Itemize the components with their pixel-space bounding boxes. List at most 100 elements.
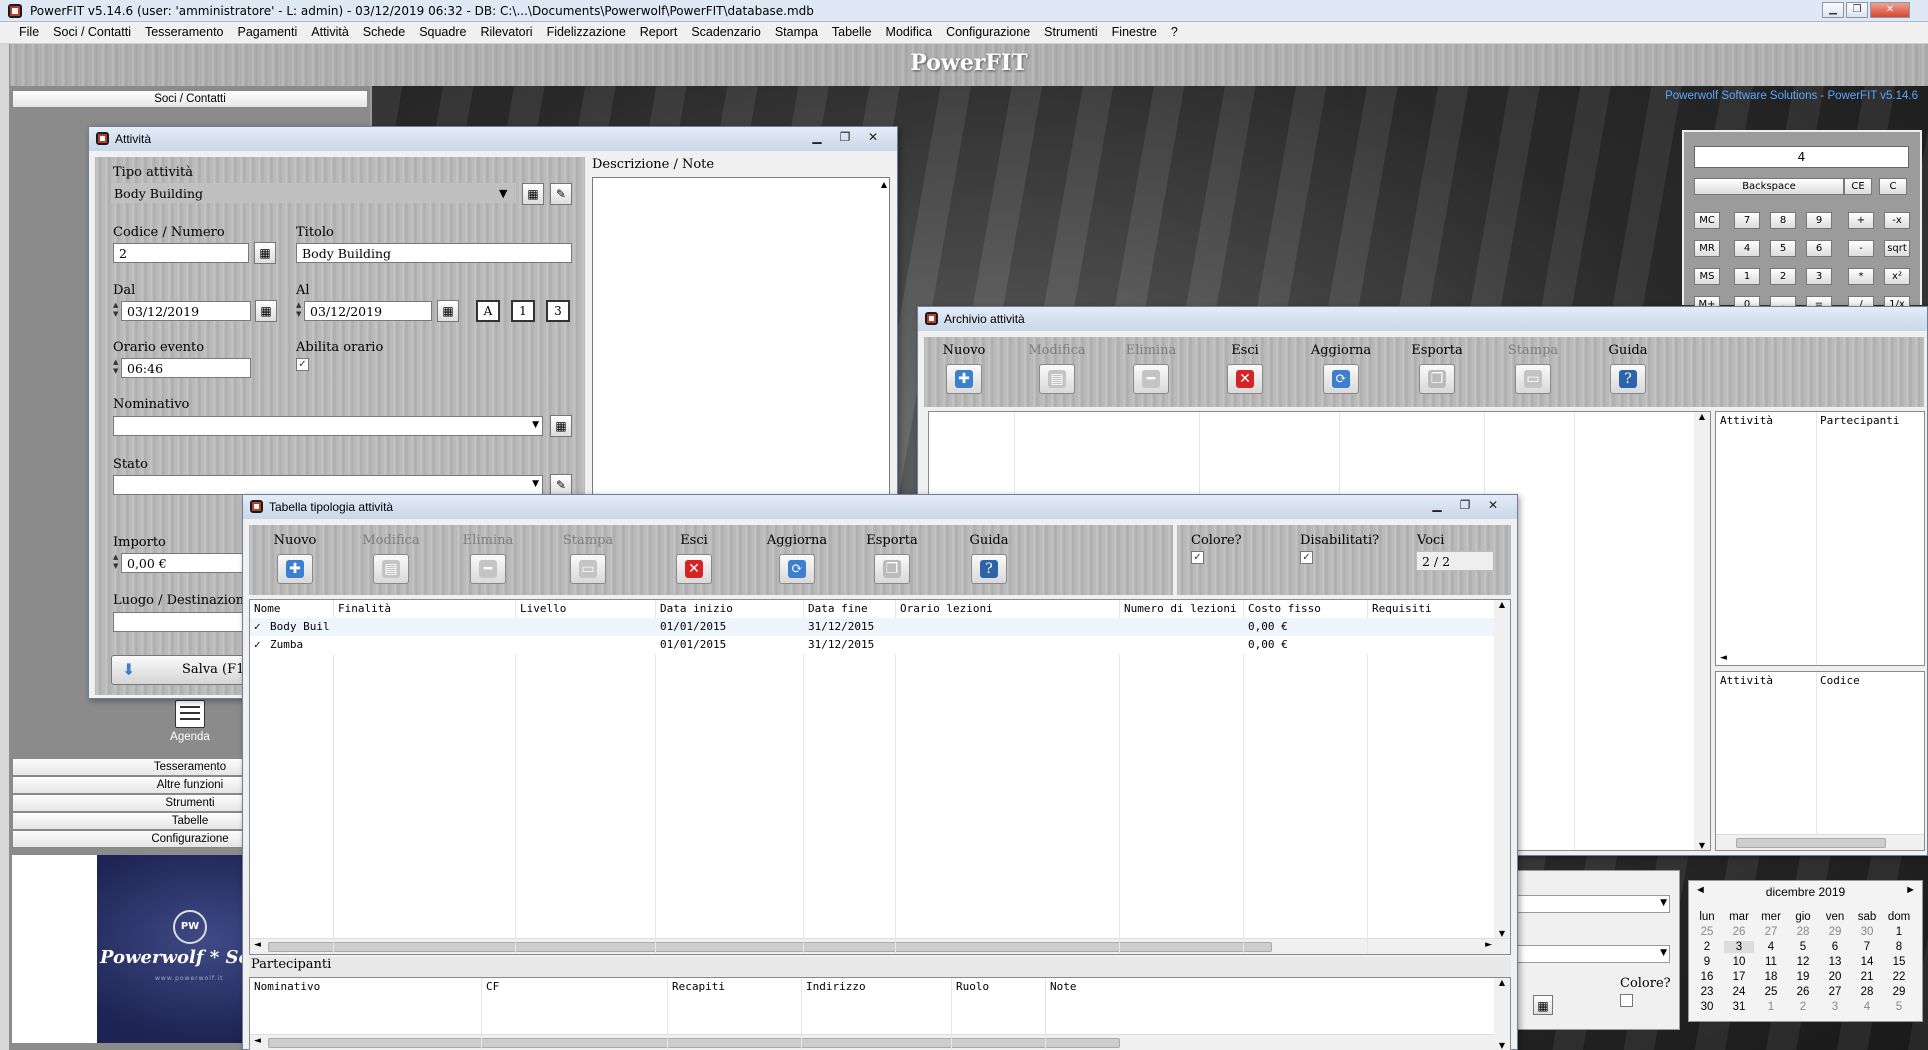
partecipanti-hscroll[interactable]: ◄ [250,1034,1494,1050]
menu-item[interactable]: Report [633,22,685,43]
calendar-day[interactable]: 3 [1724,941,1754,953]
menu-item[interactable]: Schede [356,22,412,43]
archivio-guida-button[interactable]: Guida? [1588,343,1668,394]
calendar-next-icon[interactable]: ► [1905,884,1916,896]
calendar-day[interactable]: 31 [1724,1001,1754,1013]
calculator-key[interactable]: MS [1694,268,1720,285]
archivio-aggiorna-button[interactable]: Aggiorna ⟳ [1301,343,1381,394]
calculator-key[interactable]: MR [1694,240,1720,257]
menu-item[interactable]: File [12,22,46,43]
date-button-1[interactable]: 1 [511,300,535,322]
calendar-day[interactable]: 30 [1852,926,1882,938]
column-header[interactable]: Costo fisso [1248,602,1321,615]
minimize-icon[interactable]: ▁ [1822,2,1844,18]
calendar-day[interactable]: 1 [1756,1001,1786,1013]
tipo-attivita-select[interactable]: Body Building [111,183,516,203]
al-calendar-button[interactable]: ▦ [437,300,459,322]
calendar-day[interactable]: 27 [1820,986,1850,998]
maximize-icon[interactable]: ❐ [833,130,857,146]
calendar-day[interactable]: 2 [1788,1001,1818,1013]
partecipanti-column-header[interactable]: Nominativo [254,980,320,993]
colore-checkbox[interactable]: ✓ [1191,551,1204,564]
calculator-key[interactable]: -x [1884,212,1910,229]
close-icon[interactable]: ✕ [861,130,885,146]
calendar-day[interactable]: 3 [1820,1001,1850,1013]
orario-spinner-icon[interactable]: ▲ ▼ [113,358,120,378]
archivio-side-grid-1[interactable]: Attività Partecipanti ◄ [1715,411,1925,666]
menu-item[interactable]: Attività [304,22,356,43]
tipo-calendar-button[interactable]: ▦ [522,183,544,205]
column-header[interactable]: Livello [520,602,566,615]
partecipanti-column-header[interactable]: Ruolo [956,980,989,993]
filter-select-2[interactable]: ▼ [1515,945,1670,963]
calculator-key[interactable]: 5 [1770,240,1796,257]
stato-select[interactable]: ▼ [113,475,543,495]
importo-input[interactable]: 0,00 € [121,553,251,573]
date-button-3[interactable]: 3 [546,300,570,322]
calculator-key[interactable]: x² [1884,268,1910,285]
calendar-day[interactable]: 28 [1788,926,1818,938]
menu-item[interactable]: Fidelizzazione [540,22,633,43]
calculator-key[interactable]: MC [1694,212,1720,229]
nominativo-select[interactable]: ▼ [113,416,543,436]
column-header[interactable]: Data fine [808,602,868,615]
scroll-up-icon[interactable]: ▲ [881,180,887,189]
orario-input[interactable]: 06:46 [121,358,251,378]
close-icon[interactable]: ✕ [1870,2,1910,18]
column-header[interactable]: Finalità [338,602,391,615]
calculator-key[interactable]: 6 [1806,240,1832,257]
maximize-icon[interactable]: ❐ [1453,498,1477,514]
archivio-colore-checkbox[interactable] [1620,994,1633,1007]
tipo-edit-button[interactable]: ✎ [550,183,572,205]
column-header[interactable]: Data inizio [660,602,733,615]
menu-item[interactable]: Tabelle [825,22,879,43]
tabella-guida-button[interactable]: Guida? [949,533,1029,584]
calculator-key[interactable]: 2 [1770,268,1796,285]
calendar-day[interactable]: 27 [1756,926,1786,938]
menu-item[interactable]: Finestre [1105,22,1164,43]
calendar-day[interactable]: 26 [1724,926,1754,938]
agenda-shortcut[interactable]: Agenda [168,700,212,743]
side-grid2-hscroll[interactable] [1716,834,1924,850]
codice-calendar-button[interactable]: ▦ [254,242,276,264]
calculator-key[interactable]: sqrt [1884,240,1910,257]
archivio-side-grid-2[interactable]: Attività Codice [1715,671,1925,851]
dal-input[interactable]: 03/12/2019 [121,301,251,321]
menu-item[interactable]: Modifica [879,22,940,43]
tabella-esporta-button[interactable]: Esporta ❐ [852,533,932,584]
calendar-day[interactable]: 28 [1852,986,1882,998]
calculator-key[interactable]: 9 [1806,212,1832,229]
minimize-icon[interactable]: ▁ [1425,498,1449,514]
calculator-key[interactable]: C [1879,178,1907,195]
calendar-day[interactable]: 20 [1820,971,1850,983]
calculator-key[interactable]: 4 [1734,240,1760,257]
calendar-day[interactable]: 4 [1852,1001,1882,1013]
menu-item[interactable]: Stampa [768,22,825,43]
calendar-day[interactable]: 4 [1756,941,1786,953]
partecipanti-column-header[interactable]: Recapiti [672,980,725,993]
column-header[interactable]: Numero di lezioni [1124,602,1237,615]
table-row[interactable]: ✓ Body Buil 01/01/2015 31/12/2015 0,00 € [250,618,1494,636]
menu-item[interactable]: Tesseramento [138,22,231,43]
nominativo-lookup-button[interactable]: ▦ [550,415,572,437]
calendar-day[interactable]: 22 [1884,971,1914,983]
calendar-day[interactable]: 29 [1820,926,1850,938]
calendar-day[interactable]: 5 [1788,941,1818,953]
calendar-day[interactable]: 19 [1788,971,1818,983]
archivio-esporta-button[interactable]: Esporta ❐ [1397,343,1477,394]
al-spinner-icon[interactable]: ▲ ▼ [296,301,303,321]
tabella-aggiorna-button[interactable]: Aggiorna ⟳ [757,533,837,584]
menu-item[interactable]: Soci / Contatti [46,22,138,43]
stato-edit-button[interactable]: ✎ [550,474,572,496]
calendar-day[interactable]: 9 [1692,956,1722,968]
calculator-key[interactable]: 8 [1770,212,1796,229]
partecipanti-grid[interactable]: ▲ ▼ ◄ Nominativo CF Recapiti Indirizzo Ruolo N… [249,977,1511,1050]
importo-spinner-icon[interactable]: ▲ ▼ [113,553,120,573]
dal-calendar-button[interactable]: ▦ [255,300,277,322]
calendar-day[interactable]: 30 [1692,1001,1722,1013]
calendar-day[interactable]: 8 [1884,941,1914,953]
calendar-day[interactable]: 26 [1788,986,1818,998]
calendar-day[interactable]: 10 [1724,956,1754,968]
calendar-day[interactable]: 13 [1820,956,1850,968]
calendar-day[interactable]: 7 [1852,941,1882,953]
